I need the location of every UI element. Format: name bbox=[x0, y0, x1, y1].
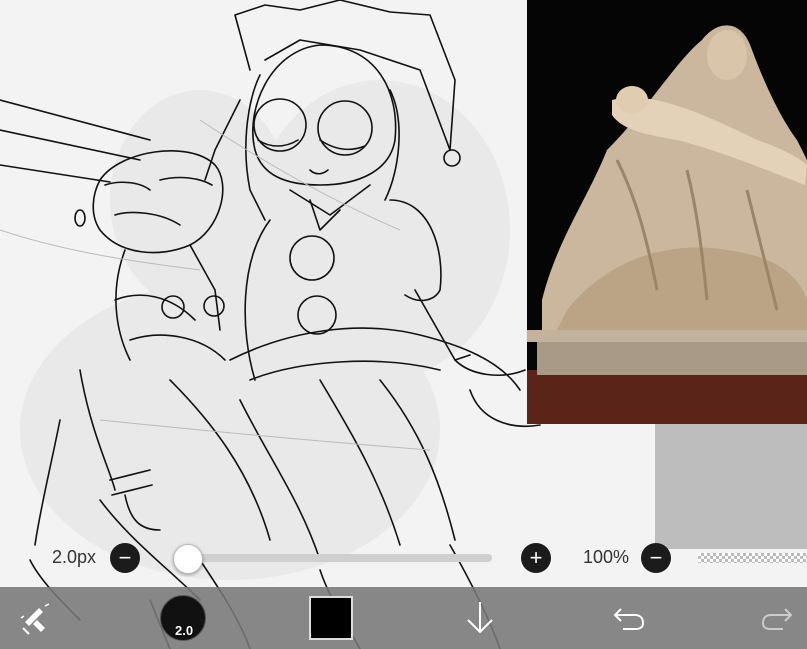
undo-button[interactable] bbox=[608, 587, 648, 649]
layer-down-button[interactable] bbox=[460, 587, 500, 649]
increase-size-button[interactable]: + bbox=[521, 543, 551, 573]
color-button[interactable] bbox=[308, 587, 354, 649]
color-swatch bbox=[309, 596, 353, 640]
decrease-opacity-button[interactable]: − bbox=[641, 543, 671, 573]
brush-slider-row: 2.0px − + 100% − bbox=[0, 541, 807, 575]
brush-preview: 2.0 bbox=[160, 595, 206, 641]
pencil-eraser-icon bbox=[20, 603, 50, 635]
opacity-slider-track[interactable] bbox=[698, 553, 807, 563]
drawing-canvas[interactable]: 2.0px − + 100% − 2.0 bbox=[0, 0, 807, 649]
minus-icon: − bbox=[649, 545, 663, 570]
bottom-toolbar: 2.0 bbox=[0, 587, 807, 649]
opacity-label: 100% bbox=[583, 547, 630, 567]
decrease-size-button[interactable]: − bbox=[110, 543, 140, 573]
minus-icon: − bbox=[118, 545, 132, 570]
brush-size-slider-handle[interactable] bbox=[173, 544, 203, 574]
redo-button[interactable] bbox=[758, 587, 798, 649]
reference-image-art bbox=[527, 0, 807, 424]
brush-size-button[interactable]: 2.0 bbox=[158, 587, 208, 649]
plus-icon: + bbox=[529, 545, 543, 570]
brush-size-slider-track[interactable] bbox=[180, 554, 492, 562]
redo-icon bbox=[761, 608, 793, 630]
brush-tool-button[interactable] bbox=[10, 587, 60, 649]
arrow-down-icon bbox=[467, 602, 493, 634]
undo-icon bbox=[613, 608, 645, 630]
reference-image[interactable] bbox=[527, 0, 807, 424]
background-panel bbox=[655, 424, 807, 549]
brush-size-value: 2.0 bbox=[175, 623, 194, 638]
brush-size-label: 2.0px bbox=[52, 547, 97, 567]
